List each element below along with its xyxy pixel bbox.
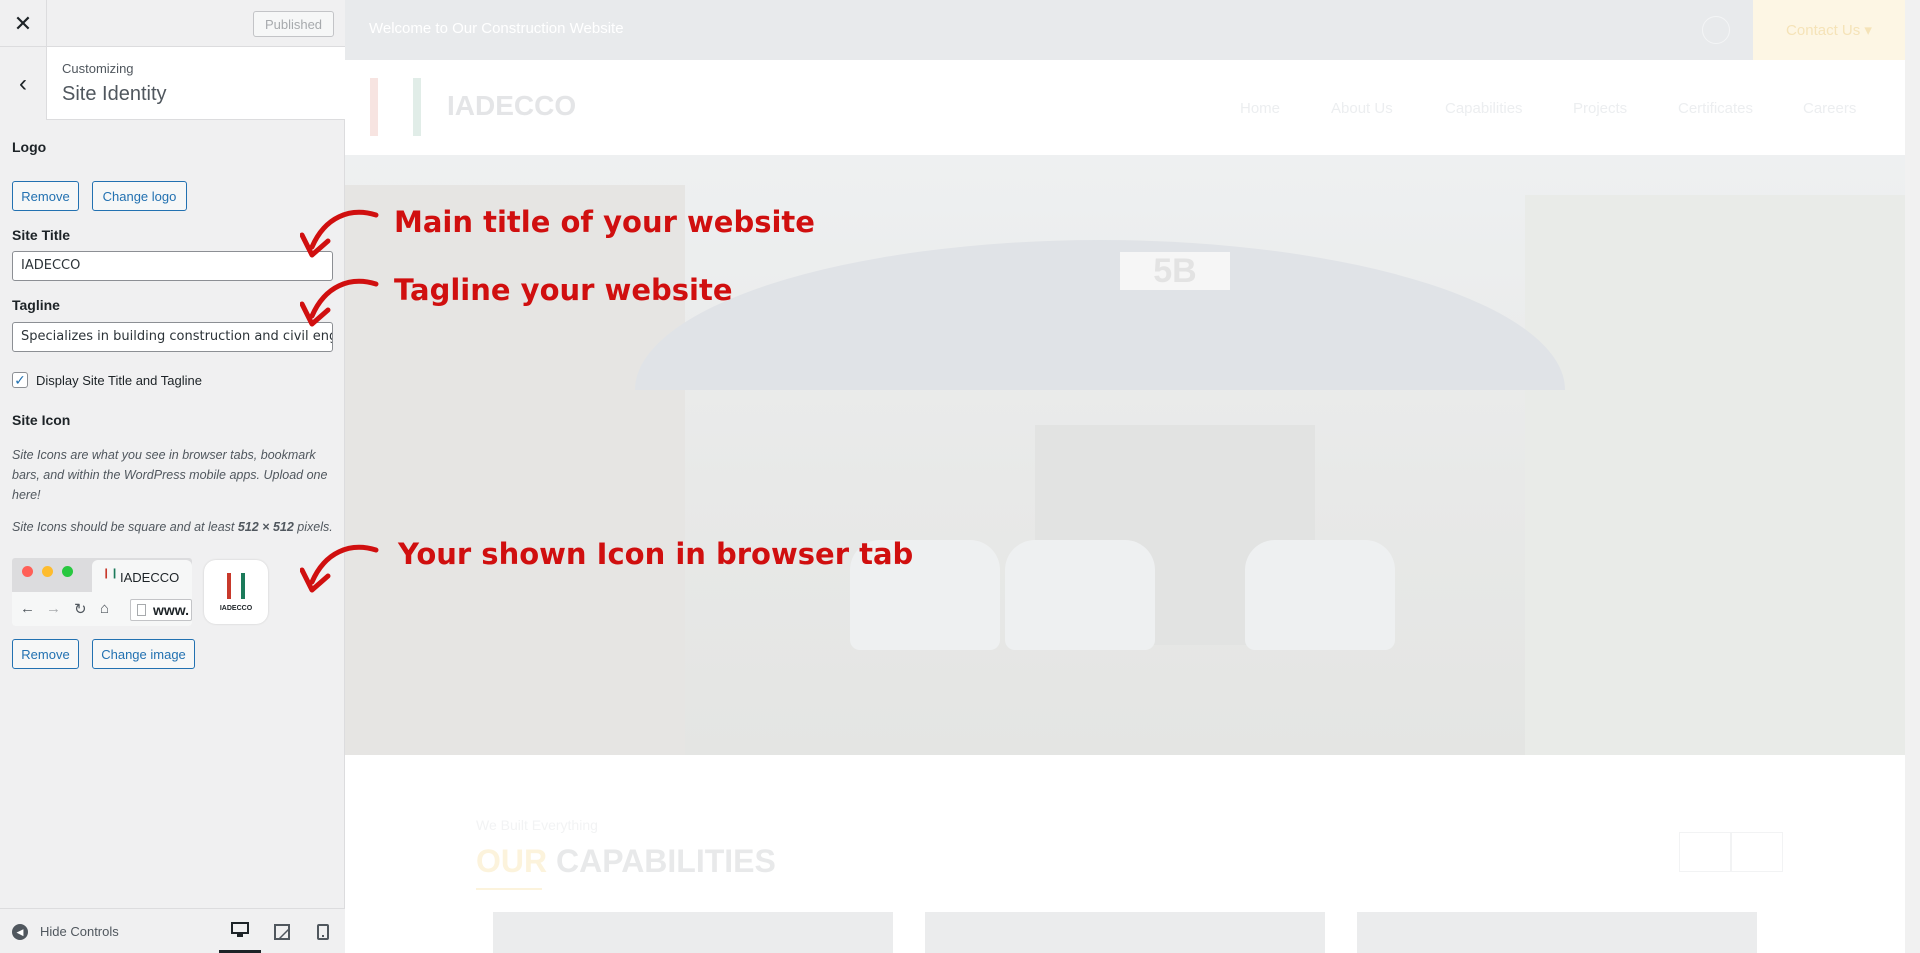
browser-toolbar: ← → ↻ ⌂ www.	[12, 592, 192, 626]
mobile-preview-icon[interactable]	[302, 909, 344, 953]
tagline-label: Tagline	[12, 297, 60, 313]
preview-topbar: Welcome to Our Construction Website Cont…	[345, 0, 1905, 60]
preview-header: IADECCO Home About Us Capabilities Proje…	[345, 60, 1905, 155]
hero-image: 5B	[345, 155, 1905, 755]
change-logo-button[interactable]: Change logo	[92, 181, 187, 211]
section-header: ‹ Customizing Site Identity	[0, 47, 345, 120]
browser-tab-title: IADECCO	[120, 570, 180, 585]
preview-brand: IADECCO	[447, 90, 577, 121]
change-image-button[interactable]: Change image	[92, 639, 195, 669]
icon-annotation: Your shown Icon in browser tab	[398, 537, 914, 571]
remove-icon-button[interactable]: Remove	[12, 639, 79, 669]
site-title-input[interactable]: IADECCO	[12, 251, 333, 281]
back-arrow-icon[interactable]: ‹	[0, 47, 47, 120]
welcome-text: Welcome to Our Construction Website	[369, 20, 624, 37]
reload-icon: ↻	[74, 601, 87, 618]
site-preview: Welcome to Our Construction Website Cont…	[345, 0, 1920, 953]
logo-green-mark	[413, 78, 421, 136]
title-arrow-icon	[300, 209, 379, 258]
hero-sign: 5B	[1120, 252, 1230, 290]
panel-topbar: ✕ Published	[0, 0, 345, 47]
logo-red-bar	[227, 573, 231, 599]
section-heading: OUR CAPABILITIES	[476, 843, 776, 879]
nav-projects[interactable]: Projects	[1573, 100, 1627, 117]
title-annotation: Main title of your website	[394, 205, 815, 239]
logo-heading: Logo	[12, 139, 47, 155]
tagline-arrow-icon	[300, 278, 379, 327]
published-button[interactable]: Published	[253, 11, 334, 37]
close-icon[interactable]: ✕	[0, 0, 47, 47]
favicon-icon: ❙❙	[102, 568, 119, 579]
capability-card[interactable]	[925, 912, 1325, 953]
site-icon-caption: IADECCO	[219, 605, 253, 612]
customizer-panel: ✕ Published ‹ Customizing Site Identity …	[0, 0, 345, 953]
logo-green-bar	[241, 573, 245, 599]
site-icon-preview: IADECCO	[204, 560, 268, 624]
tablet-preview-icon[interactable]	[261, 909, 303, 953]
close-dot-icon	[22, 566, 33, 577]
nav-capabilities[interactable]: Capabilities	[1445, 100, 1523, 117]
preview-scrollbar[interactable]	[1905, 0, 1920, 953]
carousel-prev-button[interactable]	[1679, 832, 1731, 872]
tagline-annotation: Tagline your website	[394, 273, 733, 307]
logo-red-mark	[370, 78, 378, 136]
desktop-preview-icon[interactable]	[219, 909, 261, 953]
hero-car	[1245, 540, 1395, 650]
minimize-dot-icon	[42, 566, 53, 577]
capability-card[interactable]	[1357, 912, 1757, 953]
hero-car	[1005, 540, 1155, 650]
maximize-dot-icon	[62, 566, 73, 577]
icon-arrow-icon	[300, 544, 379, 593]
url-bar: www.	[130, 599, 192, 621]
section-title: Site Identity	[62, 83, 167, 105]
back-icon: ←	[20, 600, 35, 617]
site-icon-description: Site Icons are what you see in browser t…	[12, 448, 328, 502]
hero-building-left	[345, 185, 685, 755]
site-icon-heading: Site Icon	[12, 412, 71, 428]
browser-tab-preview: ❙❙ IADECCO ← → ↻ ⌂ www.	[12, 558, 192, 626]
nav-about[interactable]: About Us	[1331, 100, 1393, 117]
section-subtitle: We Built Everything	[476, 817, 598, 833]
carousel-next-button[interactable]	[1731, 832, 1783, 872]
nav-careers[interactable]: Careers	[1803, 100, 1856, 117]
heading-underline	[476, 888, 542, 890]
site-title-label: Site Title	[12, 227, 71, 243]
display-title-label: Display Site Title and Tagline	[36, 373, 202, 388]
contact-button[interactable]: Contact Us ▾	[1753, 0, 1905, 60]
hero-building-right	[1525, 195, 1905, 755]
page-icon	[137, 604, 146, 616]
nav-certificates[interactable]: Certificates	[1678, 100, 1753, 117]
collapse-icon: ◀	[12, 924, 28, 940]
panel-footer: ◀ Hide Controls	[0, 908, 345, 953]
hero-canopy	[635, 240, 1565, 390]
home-icon: ⌂	[100, 600, 110, 617]
site-icon-requirement: Site Icons should be square and at least…	[12, 520, 333, 534]
remove-logo-button[interactable]: Remove	[12, 181, 79, 211]
display-title-checkbox[interactable]: ✓	[12, 372, 28, 388]
nav-home[interactable]: Home	[1240, 100, 1280, 117]
hide-controls-label: Hide Controls	[40, 924, 119, 939]
forward-icon: →	[46, 600, 61, 617]
capability-card[interactable]	[493, 912, 893, 953]
browser-tab: ❙❙ IADECCO	[92, 560, 192, 592]
tagline-input[interactable]: Specializes in building construction and…	[12, 322, 333, 352]
search-icon[interactable]	[1702, 16, 1730, 44]
customizing-label: Customizing	[62, 61, 134, 76]
